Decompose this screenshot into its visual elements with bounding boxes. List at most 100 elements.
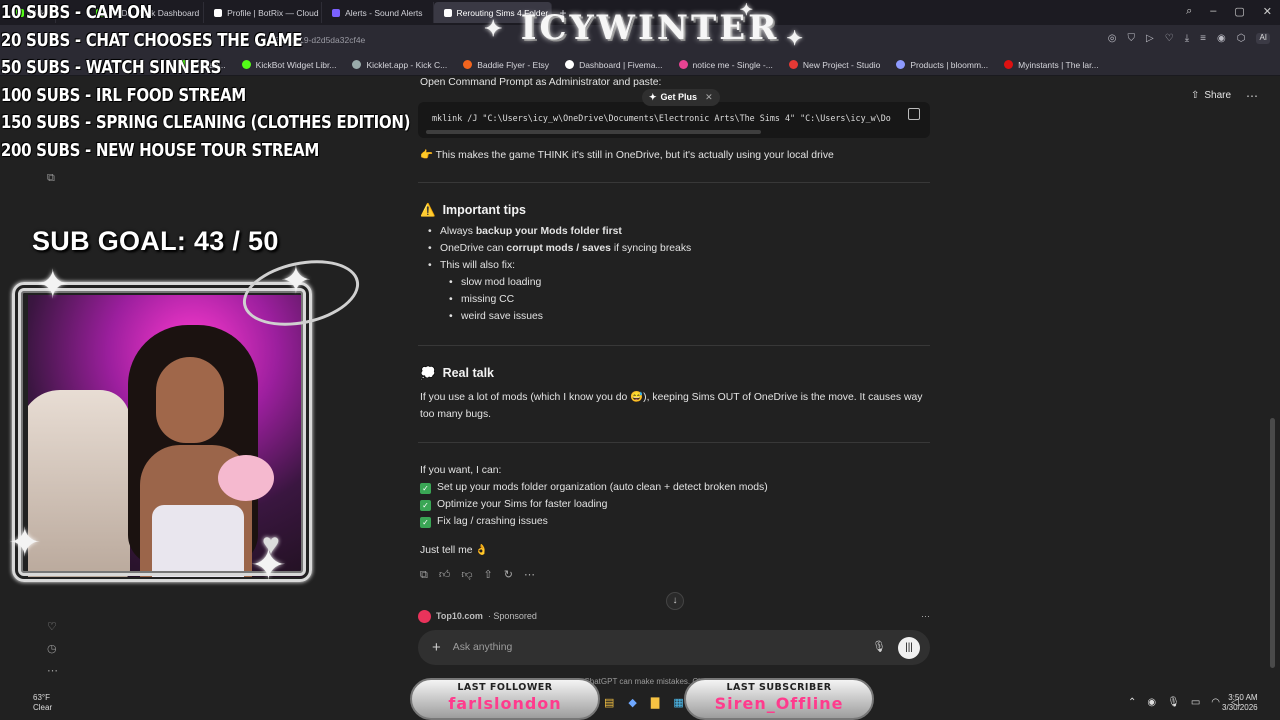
close-icon[interactable]: ✕ bbox=[705, 89, 713, 106]
wifi-icon[interactable]: ◠ bbox=[1211, 697, 1220, 708]
list-item: This will also fix: slow mod loading mis… bbox=[428, 257, 691, 325]
goal-item: 200 SUBS - NEW HOUSE TOUR STREAM bbox=[0, 140, 320, 161]
sub-goal-counter: SUB GOAL: 43 / 50 bbox=[32, 226, 279, 256]
thumbs-up-icon[interactable]: 👍︎ bbox=[439, 567, 451, 584]
history-icon[interactable]: ◷ bbox=[47, 642, 57, 655]
list-item: weird save issues bbox=[449, 308, 691, 325]
sponsored-row: Top10.com · Sponsored ⋯ bbox=[418, 608, 930, 625]
divider bbox=[418, 182, 930, 183]
close-icon[interactable]: ✕ bbox=[1263, 5, 1272, 18]
bookmark[interactable]: Baddie Flyer - Etsy bbox=[463, 60, 549, 70]
myinstants-icon bbox=[1004, 60, 1014, 69]
sparkle-icon: ✦ bbox=[36, 263, 70, 307]
goal-item: 10 SUBS - CAM ON bbox=[0, 3, 152, 23]
goal-item: 100 SUBS - IRL FOOD STREAM bbox=[0, 85, 246, 106]
sparkle-icon: ✦ bbox=[649, 92, 657, 102]
scrollbar[interactable] bbox=[1270, 418, 1275, 668]
taskbar-apps: ▤ ◆ ▇ ▦ bbox=[604, 696, 684, 709]
store-icon[interactable]: ▦ bbox=[673, 696, 683, 709]
bookmark[interactable]: notice me - Single -... bbox=[678, 60, 773, 70]
goal-item: 150 SUBS - SPRING CLEANING (CLOTHES EDIT… bbox=[0, 113, 411, 134]
camera-icon[interactable]: ◎ bbox=[1108, 33, 1117, 44]
more-icon[interactable]: ⋯ bbox=[921, 608, 930, 625]
regenerate-icon[interactable]: ↻ bbox=[504, 567, 513, 584]
goal-item: 20 SUBS - CHAT CHOOSES THE GAME bbox=[0, 30, 303, 51]
download-icon[interactable]: ⤓ bbox=[1185, 33, 1189, 44]
warning-icon: ⚠️ bbox=[420, 203, 436, 217]
code-text: mklink /J "C:\Users\icy_w\OneDrive\Docum… bbox=[432, 113, 891, 123]
check-icon: ✓ bbox=[420, 483, 431, 494]
shield-icon[interactable]: ⛉ bbox=[1128, 33, 1136, 44]
real-talk-text: If you use a lot of mods (which I know y… bbox=[420, 392, 923, 420]
bookmark[interactable]: Products | bloomm... bbox=[896, 60, 988, 70]
microphone-icon[interactable]: 🎙︎ bbox=[872, 639, 886, 656]
closing-text: Just tell me 👌 bbox=[420, 545, 489, 556]
copilot-icon[interactable]: ◆ bbox=[628, 696, 636, 709]
extension-icon[interactable]: ◉ bbox=[1217, 33, 1226, 44]
prompt-placeholder[interactable]: Ask anything bbox=[453, 639, 513, 656]
offer-text: If you want, I can: bbox=[420, 465, 502, 476]
sparkle-icon: ✦ bbox=[484, 16, 506, 42]
copy-icon[interactable] bbox=[908, 108, 920, 120]
list-item: ✓ Optimize your Sims for faster loading bbox=[420, 496, 932, 513]
search-icon[interactable]: ⌕ bbox=[1186, 5, 1192, 18]
share-button[interactable]: ⇧ Share bbox=[1191, 90, 1231, 101]
tips-heading: ⚠️ Important tips bbox=[420, 203, 526, 217]
message-actions: ⧉ 👍︎ 👎︎ ⇧ ↻ ⋯ bbox=[420, 567, 535, 584]
play-icon[interactable]: ▷ bbox=[1146, 33, 1154, 44]
maximize-icon[interactable]: ▢ bbox=[1234, 5, 1244, 18]
list-item: missing CC bbox=[449, 291, 691, 308]
list-item: slow mod loading bbox=[449, 274, 691, 291]
get-plus-button[interactable]: ✦ Get Plus ✕ bbox=[642, 89, 720, 106]
streamer-logo: ✦ ICYWINTER ✦ ✦ bbox=[484, 0, 806, 50]
display-icon[interactable]: ▭ bbox=[1191, 697, 1200, 708]
ai-button[interactable]: AI bbox=[1256, 33, 1270, 44]
menu-icon[interactable]: ≡ bbox=[1200, 33, 1206, 44]
plus-icon[interactable]: + bbox=[432, 639, 441, 656]
voice-mode-button[interactable]: ||| bbox=[898, 636, 920, 659]
clock[interactable]: 3:50 AM 3/30/2026 bbox=[1222, 693, 1258, 713]
tips-list: Always backup your Mods folder first One… bbox=[428, 223, 691, 325]
code-scrollbar[interactable] bbox=[426, 130, 761, 134]
share-icon: ⇧ bbox=[1191, 90, 1200, 101]
list-item: Always backup your Mods folder first bbox=[428, 223, 691, 240]
sparkle-icon: ✦ bbox=[8, 521, 42, 565]
chat-thread: Open Command Prompt as Administrator and… bbox=[418, 76, 938, 720]
cube-icon[interactable]: ⬡ bbox=[1237, 33, 1246, 44]
etsy-icon bbox=[463, 60, 473, 69]
chatgpt-icon bbox=[443, 8, 452, 17]
file-explorer-icon[interactable]: ▤ bbox=[604, 696, 614, 709]
thumbs-down-icon[interactable]: 👎︎ bbox=[461, 567, 472, 584]
more-icon[interactable]: ⋯ bbox=[47, 664, 58, 677]
copy-icon[interactable]: ⧉ bbox=[420, 567, 428, 584]
goal-item: 50 SUBS - WATCH SINNERS bbox=[0, 58, 222, 79]
mic-icon[interactable]: 🎙︎ bbox=[1167, 697, 1180, 708]
chrome-heart-icon: ♥ bbox=[262, 528, 280, 561]
app-icon[interactable]: ◉ bbox=[1147, 697, 1156, 708]
window-controls: ⌕ – ▢ ✕ bbox=[1186, 5, 1272, 18]
check-icon: ✓ bbox=[420, 517, 431, 528]
bookmark[interactable]: New Project - Studio bbox=[788, 60, 880, 70]
heart-icon[interactable]: ♡ bbox=[47, 620, 57, 633]
bookmark[interactable]: Dashboard | Fivema... bbox=[565, 60, 663, 70]
minimize-icon[interactable]: – bbox=[1210, 5, 1216, 18]
options-button[interactable]: ⋯ bbox=[1246, 89, 1258, 103]
prompt-input[interactable]: + Ask anything 🎙︎ ||| bbox=[418, 630, 930, 665]
sparkle-icon: ✦ bbox=[280, 260, 312, 302]
chevron-up-icon[interactable]: ⌃ bbox=[1128, 697, 1136, 708]
code-block: mklink /J "C:\Users\icy_w\OneDrive\Docum… bbox=[418, 102, 930, 138]
divider bbox=[418, 442, 930, 443]
check-icon: ✓ bbox=[420, 500, 431, 511]
toolbar-icons: ◎ ⛉ ▷ ♡ ⤓ ≡ ◉ ⬡ AI bbox=[1108, 33, 1270, 44]
bloom-icon bbox=[896, 60, 906, 69]
bookmark[interactable]: Myinstants | The lar... bbox=[1004, 60, 1099, 70]
weather-widget[interactable]: 63°F Clear bbox=[33, 693, 52, 713]
heart-icon[interactable]: ♡ bbox=[1165, 33, 1174, 44]
sidebar-toggle-icon[interactable]: ⧉ bbox=[47, 172, 55, 185]
studio-icon bbox=[788, 60, 798, 69]
folder-icon[interactable]: ▇ bbox=[651, 696, 659, 709]
speech-bubble-icon: 💭 bbox=[420, 366, 436, 380]
sub-list: slow mod loading missing CC weird save i… bbox=[449, 274, 691, 325]
share-icon[interactable]: ⇧ bbox=[484, 567, 493, 584]
more-icon[interactable]: ⋯ bbox=[524, 567, 535, 584]
